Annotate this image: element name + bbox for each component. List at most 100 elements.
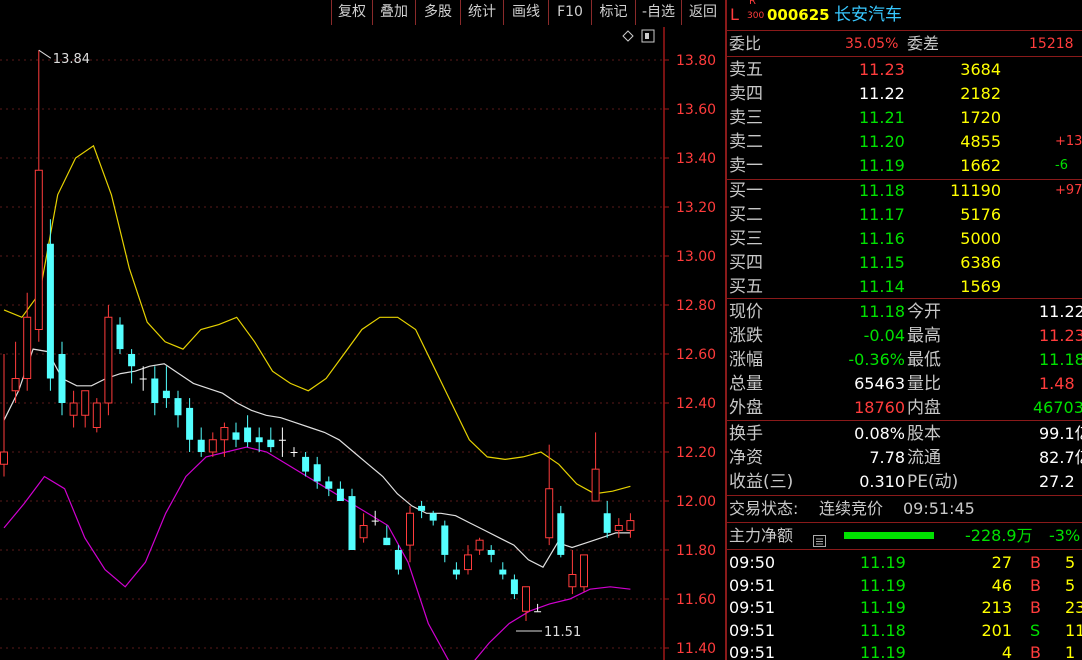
bid-level-price: 11.18 bbox=[859, 181, 905, 200]
bid-level-label: 买三 bbox=[729, 229, 763, 249]
main-net-label: 主力净额 bbox=[729, 526, 794, 545]
bid-level-price: 11.15 bbox=[859, 253, 905, 272]
bid-level-row[interactable]: 买三 11.16 5000 bbox=[727, 227, 1082, 251]
bid-level-label: 买五 bbox=[729, 277, 763, 297]
candle-body bbox=[302, 456, 310, 472]
tick-price: 11.19 bbox=[860, 598, 906, 617]
bid-level-row[interactable]: 买四 11.15 6386 bbox=[727, 251, 1082, 275]
back-button[interactable]: 返回 bbox=[681, 0, 724, 25]
tick-price: 11.19 bbox=[860, 575, 906, 595]
trade-status-time: 09:51:45 bbox=[903, 499, 975, 518]
stat-label: 净资 bbox=[729, 448, 763, 468]
ask-level-price: 11.21 bbox=[859, 108, 905, 127]
stat-label: 现价 bbox=[729, 302, 763, 322]
ask-level-label: 卖四 bbox=[729, 84, 763, 104]
bid-diff-value: 15218 bbox=[1029, 36, 1074, 52]
bid-level-row[interactable]: 买五 11.14 1569 bbox=[727, 275, 1082, 299]
ask-level-row[interactable]: 卖二 11.20 4855 +13 bbox=[727, 130, 1082, 154]
candle-body bbox=[418, 505, 426, 511]
candle-body bbox=[568, 574, 577, 588]
stat-row: 外盘 18760 内盘 46703 bbox=[727, 396, 1082, 420]
stock-name[interactable]: 长安汽车 bbox=[834, 3, 902, 27]
restore-rights-button[interactable]: 复权 bbox=[331, 0, 372, 25]
price-axis-label: 12.40 bbox=[676, 396, 716, 412]
diamond-icon[interactable] bbox=[622, 30, 634, 42]
stat-label: 涨跌 bbox=[729, 326, 763, 346]
ask-level-change: +13 bbox=[1055, 134, 1082, 149]
tick-price: 11.19 bbox=[860, 553, 906, 572]
price-axis-label: 13.00 bbox=[676, 249, 716, 265]
ask-level-row[interactable]: 卖四 11.22 2182 bbox=[727, 82, 1082, 106]
candle-body bbox=[128, 354, 136, 367]
tick-row: 09:51 11.19 4 B 1 bbox=[727, 641, 1082, 660]
stat-label: 涨幅 bbox=[729, 350, 763, 370]
tick-row: 09:50 11.19 27 B 5 bbox=[727, 551, 1082, 575]
candle-body bbox=[429, 513, 437, 521]
candle-body bbox=[580, 554, 588, 588]
remove-watchlist-button[interactable]: -自选 bbox=[635, 0, 681, 25]
candle-body bbox=[475, 539, 484, 551]
tick-volume: 4 bbox=[1001, 643, 1012, 660]
mark-button[interactable]: 标记 bbox=[591, 0, 635, 25]
candle-body bbox=[406, 512, 414, 546]
candle-body bbox=[464, 554, 472, 571]
f10-button[interactable]: F10 bbox=[548, 0, 591, 25]
price-axis-label: 13.60 bbox=[676, 102, 716, 118]
bid-level-row[interactable]: 买二 11.17 5176 bbox=[727, 203, 1082, 227]
candle-body bbox=[452, 569, 460, 575]
candle-body bbox=[255, 437, 263, 443]
overlay-button[interactable]: 叠加 bbox=[372, 0, 415, 25]
multi-stock-button[interactable]: 多股 bbox=[415, 0, 460, 25]
stat-label: PE(动) bbox=[907, 472, 959, 492]
stat-value: 1.48 bbox=[1039, 374, 1075, 393]
candle-body bbox=[208, 439, 217, 453]
price-axis-label: 12.80 bbox=[676, 298, 716, 314]
kline-chart[interactable]: 13.80 13.60 13.40 13.20 13.00 12.80 12.60 12.40… bbox=[0, 27, 725, 660]
stat-row: 收益(三) 0.310 PE(动) 27.2 bbox=[727, 470, 1082, 494]
ask-level-label: 卖一 bbox=[729, 156, 763, 176]
candle-body bbox=[487, 550, 495, 555]
bid-level-volume: 6386 bbox=[960, 253, 1001, 272]
candle-body bbox=[11, 378, 20, 392]
draw-line-button[interactable]: 画线 bbox=[503, 0, 548, 25]
candle-body bbox=[139, 378, 147, 380]
tick-price: 11.18 bbox=[860, 620, 906, 640]
bid-level-label: 买二 bbox=[729, 205, 763, 225]
candle-body bbox=[441, 525, 449, 555]
candle-body bbox=[325, 481, 333, 489]
bid-level-volume: 1569 bbox=[960, 277, 1001, 296]
stock-code: 000625 bbox=[767, 6, 830, 24]
ask-level-row[interactable]: 卖一 11.19 1662 -6 bbox=[727, 154, 1082, 178]
trade-status-row: 交易状态: 连续竞价 09:51:45 bbox=[727, 497, 1082, 521]
candle-body bbox=[197, 439, 205, 452]
low-price-label: 11.51 bbox=[544, 625, 581, 640]
ask-level-row[interactable]: 卖三 11.21 1720 bbox=[727, 106, 1082, 130]
ask-level-volume: 3684 bbox=[960, 60, 1001, 79]
stat-row: 换手 0.08%股本 99.1亿 bbox=[727, 422, 1082, 446]
bid-level-row[interactable]: 买一 11.18 11190 +97 bbox=[727, 179, 1082, 203]
candle-body bbox=[290, 452, 298, 453]
stat-label: 量比 bbox=[907, 374, 941, 394]
tick-direction: B bbox=[1030, 598, 1041, 617]
bid-level-price: 11.16 bbox=[859, 229, 905, 248]
trade-status-label: 交易状态: bbox=[729, 499, 799, 518]
stat-label: 内盘 bbox=[907, 398, 941, 418]
statistics-button[interactable]: 统计 bbox=[460, 0, 503, 25]
tick-volume: 46 bbox=[991, 575, 1012, 595]
bid-ratio-row: 委比 35.05% 委差 15218 bbox=[727, 32, 1082, 56]
window-toggle-icon-inner bbox=[645, 33, 649, 39]
list-icon[interactable] bbox=[813, 530, 826, 547]
candle-body bbox=[232, 432, 240, 440]
ask-level-row[interactable]: 卖五 11.23 3684 bbox=[727, 58, 1082, 82]
candle-body bbox=[557, 513, 565, 555]
ask-level-label: 卖二 bbox=[729, 132, 763, 152]
tick-volume: 27 bbox=[991, 553, 1012, 572]
ask-level-volume: 1720 bbox=[960, 108, 1001, 127]
ask-level-label: 卖三 bbox=[729, 108, 763, 128]
candle-body bbox=[522, 586, 530, 612]
stat-value: 11.18 bbox=[859, 302, 905, 321]
candle-body bbox=[116, 324, 124, 350]
candle-body bbox=[151, 378, 159, 403]
candle-body bbox=[186, 407, 194, 440]
candle-body bbox=[626, 520, 635, 531]
